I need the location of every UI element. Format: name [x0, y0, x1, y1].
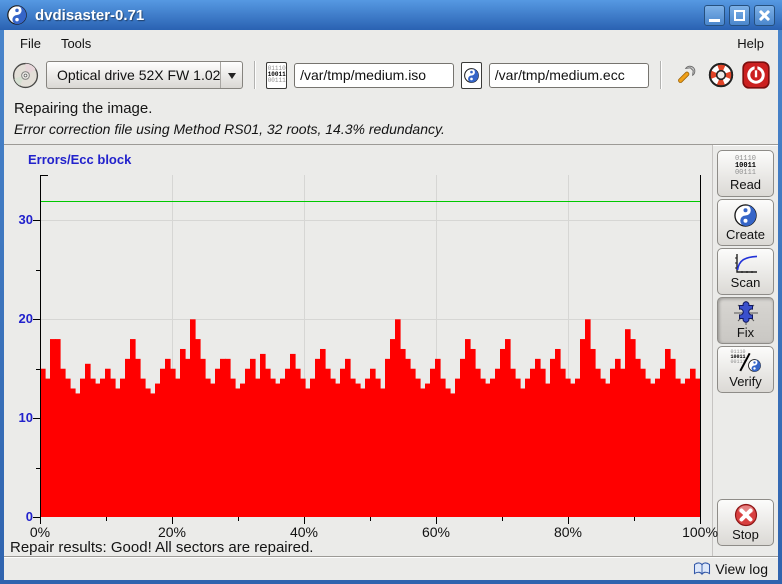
menu-file[interactable]: File	[10, 33, 51, 54]
yinyang-icon	[734, 204, 757, 227]
chevron-down-icon	[228, 73, 236, 83]
maximize-icon	[734, 10, 745, 21]
y-tick	[33, 418, 41, 419]
x-tick	[40, 517, 41, 524]
menubar: File Tools Help	[4, 30, 778, 56]
create-button[interactable]: Create	[717, 199, 774, 246]
window-title: dvdisaster-0.71	[35, 7, 704, 24]
close-button[interactable]	[754, 5, 775, 26]
x-tick-label: 60%	[408, 525, 464, 540]
y-minor-tick	[36, 369, 41, 370]
toolbar-separator	[254, 61, 255, 89]
dropdown-arrow-box[interactable]	[220, 62, 242, 88]
repair-result-text: Repair results: Good! All sectors are re…	[10, 539, 313, 556]
ecc-file-icon	[461, 62, 482, 89]
log-book-icon	[693, 561, 711, 577]
titlebar[interactable]: dvdisaster-0.71	[0, 0, 782, 30]
y-tick	[33, 319, 41, 320]
y-axis-top-cap	[40, 175, 48, 176]
x-minor-tick	[502, 517, 503, 521]
y-tick-label: 10	[6, 411, 33, 425]
ecc-file-input[interactable]	[489, 63, 649, 88]
status-primary-text: Repairing the image.	[14, 100, 768, 117]
x-tick-label: 20%	[144, 525, 200, 540]
read-button[interactable]: 01110 10011 00111 Read	[717, 150, 774, 197]
scan-button[interactable]: Scan	[717, 248, 774, 295]
y-axis-line	[40, 175, 41, 517]
fix-button-label: Fix	[737, 326, 754, 340]
x-tick	[568, 517, 569, 524]
error-histogram-bars	[40, 175, 700, 517]
scan-button-label: Scan	[731, 276, 761, 290]
y-tick-label: 20	[6, 312, 33, 326]
maximize-button[interactable]	[729, 5, 750, 26]
read-binary-icon: 01110 10011 00111	[735, 156, 756, 177]
x-tick	[172, 517, 173, 524]
binary-line: 00111	[735, 169, 756, 177]
y-tick-label: 0	[6, 510, 33, 524]
read-button-label: Read	[730, 178, 761, 192]
x-tick	[700, 517, 701, 524]
x-tick-label: 80%	[540, 525, 596, 540]
chart-title: Errors/Ecc block	[28, 152, 131, 167]
errors-chart: Errors/Ecc block Repair results: Good! A…	[4, 145, 712, 556]
verify-button[interactable]: 01110 10011 00111	[717, 346, 774, 393]
yinyang-icon	[748, 359, 761, 375]
window-content: File Tools Help Optical drive 52X FW 1.0…	[4, 30, 778, 580]
fix-button[interactable]: Fix	[717, 297, 774, 344]
preferences-wrench-icon[interactable]	[672, 60, 700, 90]
stop-button-label: Stop	[732, 528, 759, 542]
drive-select-value: Optical drive 52X FW 1.02	[47, 67, 220, 83]
x-tick-label: 40%	[276, 525, 332, 540]
x-minor-tick	[238, 517, 239, 521]
binary-line: 00111	[268, 77, 286, 84]
status-area: Repairing the image. Error correction fi…	[4, 94, 778, 145]
y-minor-tick	[36, 270, 41, 271]
x-minor-tick	[370, 517, 371, 521]
x-tick	[304, 517, 305, 524]
drive-disc-icon[interactable]	[12, 61, 39, 89]
create-button-label: Create	[726, 228, 765, 242]
image-file-input[interactable]	[294, 63, 454, 88]
menu-tools[interactable]: Tools	[51, 33, 101, 54]
view-log-button[interactable]: View log	[693, 561, 768, 577]
quit-power-icon[interactable]	[742, 60, 770, 90]
y-tick	[33, 220, 41, 221]
x-tick-label: 0%	[12, 525, 68, 540]
toolbar: Optical drive 52X FW 1.02 01110 10011 00…	[4, 56, 778, 94]
drive-select-dropdown[interactable]: Optical drive 52X FW 1.02	[46, 61, 243, 89]
app-yinyang-icon	[7, 5, 27, 25]
y-tick-label: 30	[6, 213, 33, 227]
y-minor-tick	[36, 468, 41, 469]
action-sidebar: 01110 10011 00111 Read Create	[712, 145, 778, 556]
status-secondary-text: Error correction file using Method RS01,…	[14, 121, 768, 137]
view-log-label: View log	[715, 561, 768, 577]
x-tick	[436, 517, 437, 524]
fix-puzzle-icon	[734, 301, 758, 325]
plot-right-border	[700, 175, 701, 517]
x-minor-tick	[634, 517, 635, 521]
roots-threshold-line	[40, 201, 700, 202]
menu-help[interactable]: Help	[729, 33, 772, 54]
minimize-icon	[709, 19, 720, 22]
scan-curve-icon	[733, 253, 759, 275]
verify-button-label: Verify	[729, 375, 762, 389]
x-tick-label: 100%	[672, 525, 728, 540]
footer-bar: View log	[4, 556, 778, 580]
help-lifebuoy-icon[interactable]	[707, 60, 735, 90]
verify-icon: 01110 10011 00111	[731, 350, 761, 374]
minimize-button[interactable]	[704, 5, 725, 26]
image-file-icon: 01110 10011 00111	[266, 62, 287, 89]
main-area: Errors/Ecc block Repair results: Good! A…	[4, 145, 778, 556]
app-window: dvdisaster-0.71 File Tools Help	[0, 0, 782, 584]
toolbar-separator	[660, 61, 661, 89]
x-minor-tick	[106, 517, 107, 521]
stop-icon	[734, 503, 758, 527]
window-controls	[704, 5, 775, 26]
